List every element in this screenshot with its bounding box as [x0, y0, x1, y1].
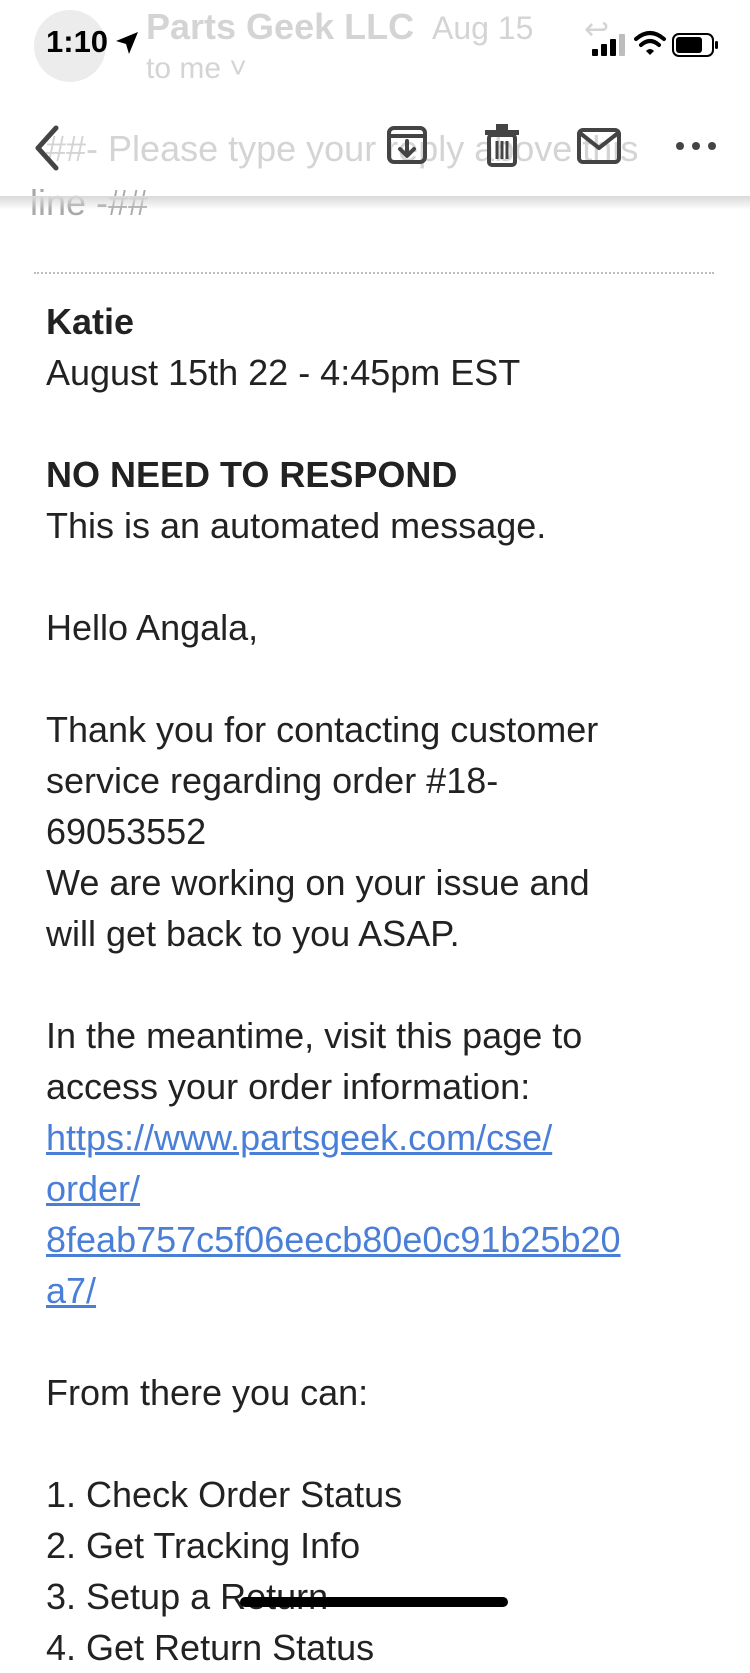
order-link[interactable]: 8feab757c5f06eecb80e0c91b25b20: [46, 1214, 726, 1265]
email-toolbar: [0, 104, 750, 198]
notice-text: This is an automated message.: [46, 505, 547, 546]
location-arrow-icon: [116, 32, 138, 54]
back-chevron-icon[interactable]: [26, 118, 66, 178]
archive-icon[interactable]: [384, 122, 430, 168]
toolbar-shadow: [0, 196, 750, 210]
mail-icon[interactable]: [576, 126, 622, 166]
paragraph-line: access your order information:: [46, 1066, 531, 1107]
paragraph-line: will get back to you ASAP.: [46, 913, 460, 954]
notice-heading: NO NEED TO RESPOND: [46, 454, 458, 495]
paragraph-line: Thank you for contacting customer: [46, 709, 599, 750]
paragraph-line: We are working on your issue and: [46, 862, 590, 903]
agent-name: Katie: [46, 301, 135, 342]
home-indicator[interactable]: [240, 1597, 508, 1607]
options-intro: From there you can:: [46, 1372, 369, 1413]
greeting: Hello Angala,: [46, 607, 259, 648]
order-link[interactable]: order/: [46, 1163, 726, 1214]
paragraph-line: service regarding order #18-: [46, 760, 499, 801]
battery-icon: [672, 33, 718, 57]
order-link[interactable]: https://www.partsgeek.com/cse/: [46, 1112, 726, 1163]
status-time: 1:10: [46, 24, 109, 59]
paragraph-line: In the meantime, visit this page to: [46, 1015, 583, 1056]
option-item: 1. Check Order Status: [46, 1474, 403, 1515]
message-timestamp: August 15th 22 - 4:45pm EST: [46, 352, 521, 393]
cellular-signal-icon: [592, 34, 625, 56]
more-icon[interactable]: [674, 136, 718, 156]
wifi-icon: [634, 31, 666, 55]
email-body: Katie August 15th 22 - 4:45pm EST NO NEE…: [46, 296, 726, 1673]
status-bar: 1:10: [0, 0, 750, 90]
paragraph-line: 69053552: [46, 811, 207, 852]
option-item: 2. Get Tracking Info: [46, 1525, 361, 1566]
order-link[interactable]: a7/: [46, 1265, 726, 1316]
option-item: 4. Get Return Status: [46, 1627, 375, 1668]
trash-icon[interactable]: [482, 122, 522, 168]
quote-divider: [34, 272, 714, 274]
